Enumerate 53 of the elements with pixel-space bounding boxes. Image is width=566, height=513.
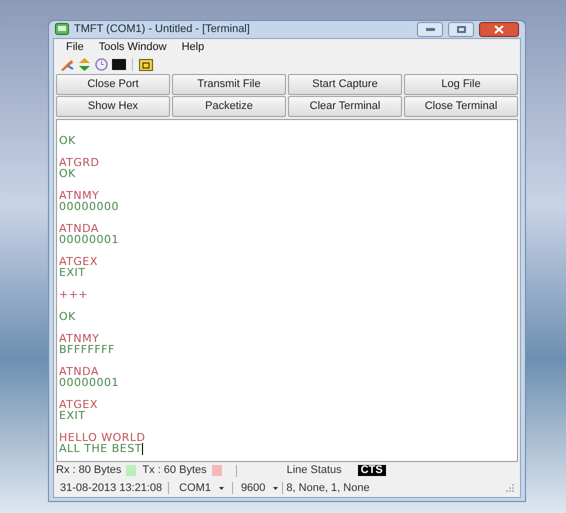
terminal-line: OK (59, 168, 76, 178)
menu-item[interactable]: Help (182, 38, 204, 56)
port-dropdown[interactable]: COM1 (175, 480, 228, 496)
toolbar-button[interactable]: Show Hex (56, 96, 170, 116)
terminal-line: ATNDA (59, 222, 99, 234)
app-icon (55, 23, 69, 36)
terminal-line: ATNMY (59, 190, 100, 200)
toolbar-button[interactable]: Packetize (172, 96, 286, 116)
terminal-line: HELLO WORLD (59, 432, 146, 442)
toolbar-button[interactable]: Close Port (56, 74, 170, 94)
toolbar-button[interactable]: Log File (404, 74, 518, 94)
close-icon (494, 24, 504, 34)
window-title: TMFT (COM1) - Untitled - [Terminal] (74, 22, 250, 37)
tool-icon[interactable] (60, 58, 74, 70)
terminal-line: +++ (59, 288, 88, 300)
toolbar-button[interactable]: Clear Terminal (288, 96, 402, 116)
terminal-line: ATNMY (59, 332, 100, 344)
serial-settings: 8, None, 1, None (286, 480, 370, 496)
toolbar-button[interactable]: Start Capture (288, 74, 402, 94)
terminal-line: ATGRD (59, 156, 100, 168)
byte-counter: Rx : 80 Bytes (56, 463, 122, 478)
terminal-area[interactable]: OK ATGRD OK ATNMY 00000000 ATNDA 00000001 ATGEX EXIT +++ OK ATNMY BFFFFFFF ATNDA 00000001 ATGEX EXIT HELLO WORLD ALL THE BEST (56, 118, 518, 462)
terminal-line: OK (59, 134, 76, 146)
datetime-text: 31-08-2013 13:21:08 (60, 480, 162, 496)
terminal-line: 00000000 (59, 200, 119, 212)
toolbar-button[interactable]: Close Terminal (404, 96, 518, 116)
caret-icon (273, 486, 278, 490)
terminal-line: ATGEX (59, 256, 98, 266)
terminal-line: ATNDA (59, 366, 99, 376)
line-status-label: Line Status (286, 463, 342, 478)
close-button[interactable] (479, 22, 519, 37)
text-cursor (142, 442, 143, 454)
caret-icon (218, 486, 224, 490)
terminal-line: BFFFFFFF (59, 344, 115, 354)
terminal-line: ATGEX (59, 398, 98, 410)
baud-dropdown[interactable]: 9600 (236, 480, 282, 496)
terminal-line: EXIT (59, 410, 86, 420)
menu-item[interactable]: File (66, 38, 84, 56)
terminal-line: 00000001 (59, 376, 119, 388)
terminal-line: OK (59, 310, 76, 322)
toolbar-button[interactable]: Transmit File (172, 74, 286, 94)
byte-counter: Tx : 60 Bytes (142, 463, 207, 478)
line-status-badge: CTS (358, 465, 386, 476)
terminal-line: ALL THE BEST (59, 443, 142, 454)
menu-item[interactable]: Tools Window (98, 38, 167, 56)
maximize-button[interactable] (448, 22, 474, 37)
window-icon[interactable] (139, 58, 153, 70)
arrows-icon[interactable] (78, 58, 91, 71)
terminal-line: 00000001 (59, 234, 119, 244)
terminal-line: EXIT (59, 266, 86, 278)
minimize-button[interactable] (417, 22, 443, 37)
resize-grip-icon[interactable] (506, 484, 514, 492)
clock-icon[interactable] (95, 58, 108, 71)
